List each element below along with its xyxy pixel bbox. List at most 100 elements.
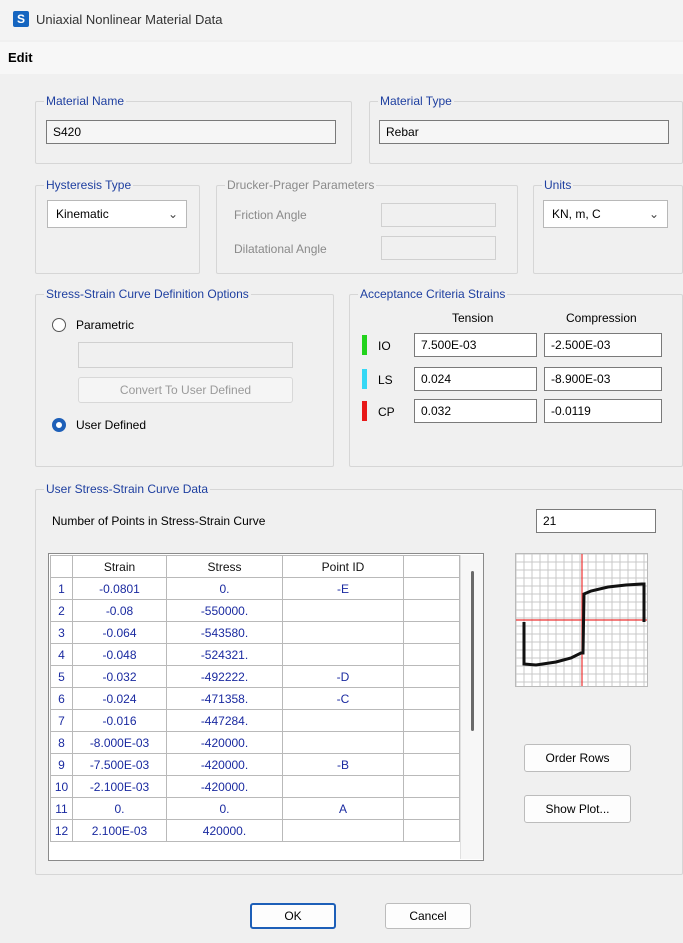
- show-plot-button[interactable]: Show Plot...: [524, 795, 631, 823]
- acceptance-color-indicator: [362, 401, 367, 421]
- table-row[interactable]: 2 -0.08 -550000.: [50, 599, 460, 622]
- strain-cell[interactable]: -0.0801: [72, 577, 167, 600]
- stress-cell[interactable]: 420000.: [166, 819, 283, 842]
- stress-cell[interactable]: -447284.: [166, 709, 283, 732]
- point-id-cell[interactable]: A: [282, 797, 404, 820]
- num-points-label: Number of Points in Stress-Strain Curve: [52, 514, 266, 528]
- tension-field[interactable]: 0.032: [414, 399, 537, 423]
- material-name-field[interactable]: S420: [46, 120, 336, 144]
- user-defined-radio[interactable]: [52, 418, 66, 432]
- row-number-cell[interactable]: 1: [50, 577, 73, 600]
- table-row[interactable]: 1 -0.0801 0. -E: [50, 577, 460, 600]
- parametric-field: [78, 342, 293, 368]
- blank-cell: [403, 687, 460, 710]
- table-row[interactable]: 6 -0.024 -471358. -C: [50, 687, 460, 710]
- title-bar: S Uniaxial Nonlinear Material Data: [0, 0, 683, 40]
- row-number-cell[interactable]: 11: [50, 797, 73, 820]
- acceptance-criteria-legend: Acceptance Criteria Strains: [360, 287, 506, 301]
- strain-cell[interactable]: 0.: [72, 797, 167, 820]
- strain-cell[interactable]: -7.500E-03: [72, 753, 167, 776]
- strain-cell[interactable]: -0.024: [72, 687, 167, 710]
- point-id-cell[interactable]: [282, 621, 404, 644]
- curve-table[interactable]: Strain Stress Point ID 1 -0.0801 0. -E 2 -0.0…: [50, 555, 460, 842]
- plot-svg: [515, 553, 647, 686]
- compression-field[interactable]: -0.0119: [544, 399, 662, 423]
- row-number-cell[interactable]: 12: [50, 819, 73, 842]
- scrollbar-thumb[interactable]: [471, 571, 474, 731]
- stress-cell[interactable]: -420000.: [166, 731, 283, 754]
- tension-field[interactable]: 0.024: [414, 367, 537, 391]
- stress-cell[interactable]: -550000.: [166, 599, 283, 622]
- row-number-cell[interactable]: 9: [50, 753, 73, 776]
- stress-cell[interactable]: -543580.: [166, 621, 283, 644]
- compression-field[interactable]: -2.500E-03: [544, 333, 662, 357]
- point-id-cell[interactable]: [282, 819, 404, 842]
- tension-field[interactable]: 7.500E-03: [414, 333, 537, 357]
- table-row[interactable]: 5 -0.032 -492222. -D: [50, 665, 460, 688]
- point-id-cell[interactable]: -B: [282, 753, 404, 776]
- table-scrollbar[interactable]: [460, 555, 483, 859]
- strain-cell[interactable]: -0.08: [72, 599, 167, 622]
- app-icon: S: [13, 11, 29, 27]
- order-rows-button[interactable]: Order Rows: [524, 744, 631, 772]
- table-row[interactable]: 3 -0.064 -543580.: [50, 621, 460, 644]
- table-row[interactable]: 4 -0.048 -524321.: [50, 643, 460, 666]
- row-number-cell[interactable]: 5: [50, 665, 73, 688]
- acceptance-color-indicator: [362, 369, 367, 389]
- row-number-cell[interactable]: 10: [50, 775, 73, 798]
- point-id-cell[interactable]: [282, 599, 404, 622]
- chevron-down-icon: ⌄: [648, 207, 659, 221]
- blank-cell: [403, 753, 460, 776]
- cancel-button[interactable]: Cancel: [385, 903, 471, 929]
- point-id-cell[interactable]: -E: [282, 577, 404, 600]
- header-stress: Stress: [166, 555, 283, 578]
- units-legend: Units: [544, 178, 572, 192]
- blank-cell: [403, 709, 460, 732]
- point-id-cell[interactable]: -C: [282, 687, 404, 710]
- point-id-cell[interactable]: [282, 731, 404, 754]
- table-row[interactable]: 10 -2.100E-03 -420000.: [50, 775, 460, 798]
- point-id-cell[interactable]: [282, 643, 404, 666]
- strain-cell[interactable]: -0.048: [72, 643, 167, 666]
- stress-cell[interactable]: 0.: [166, 797, 283, 820]
- hysteresis-type-legend: Hysteresis Type: [46, 178, 132, 192]
- compression-field[interactable]: -8.900E-03: [544, 367, 662, 391]
- row-number-cell[interactable]: 2: [50, 599, 73, 622]
- strain-cell[interactable]: -0.064: [72, 621, 167, 644]
- units-dropdown[interactable]: KN, m, C ⌄: [543, 200, 668, 228]
- blank-cell: [403, 731, 460, 754]
- point-id-cell[interactable]: [282, 775, 404, 798]
- row-number-cell[interactable]: 3: [50, 621, 73, 644]
- menu-edit[interactable]: Edit: [8, 50, 33, 65]
- num-points-field[interactable]: 21: [536, 509, 656, 533]
- stress-cell[interactable]: -492222.: [166, 665, 283, 688]
- table-row[interactable]: 7 -0.016 -447284.: [50, 709, 460, 732]
- point-id-cell[interactable]: [282, 709, 404, 732]
- stress-cell[interactable]: 0.: [166, 577, 283, 600]
- table-row[interactable]: 9 -7.500E-03 -420000. -B: [50, 753, 460, 776]
- stress-cell[interactable]: -524321.: [166, 643, 283, 666]
- parametric-radio[interactable]: [52, 318, 66, 332]
- row-number-cell[interactable]: 7: [50, 709, 73, 732]
- strain-cell[interactable]: -0.016: [72, 709, 167, 732]
- table-row[interactable]: 12 2.100E-03 420000.: [50, 819, 460, 842]
- row-number-cell[interactable]: 6: [50, 687, 73, 710]
- stress-cell[interactable]: -420000.: [166, 775, 283, 798]
- table-row[interactable]: 11 0. 0. A: [50, 797, 460, 820]
- point-id-cell[interactable]: -D: [282, 665, 404, 688]
- ok-button[interactable]: OK: [250, 903, 336, 929]
- strain-cell[interactable]: -2.100E-03: [72, 775, 167, 798]
- strain-cell[interactable]: -0.032: [72, 665, 167, 688]
- acceptance-row-label: LS: [378, 373, 393, 387]
- stress-cell[interactable]: -420000.: [166, 753, 283, 776]
- header-blank: [403, 555, 460, 578]
- strain-cell[interactable]: -8.000E-03: [72, 731, 167, 754]
- menu-bar: [0, 42, 683, 74]
- row-number-cell[interactable]: 8: [50, 731, 73, 754]
- hysteresis-type-dropdown[interactable]: Kinematic ⌄: [47, 200, 187, 228]
- strain-cell[interactable]: 2.100E-03: [72, 819, 167, 842]
- blank-cell: [403, 621, 460, 644]
- row-number-cell[interactable]: 4: [50, 643, 73, 666]
- stress-cell[interactable]: -471358.: [166, 687, 283, 710]
- table-row[interactable]: 8 -8.000E-03 -420000.: [50, 731, 460, 754]
